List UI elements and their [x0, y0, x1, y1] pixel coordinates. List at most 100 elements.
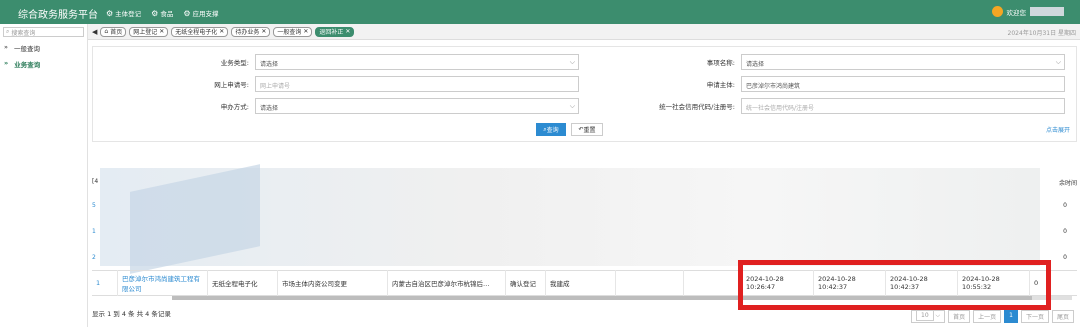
- row-number: 1: [92, 270, 118, 296]
- tab-home[interactable]: ⌂ 首页: [100, 26, 127, 37]
- record-summary: 显示 1 到 4 条 共 4 条记录: [92, 310, 171, 318]
- credit-input[interactable]: 统一社会信用代码/注册号: [741, 98, 1065, 114]
- remaining-value: 0: [1063, 254, 1067, 261]
- query-button[interactable]: ⌕ 查询: [536, 123, 566, 136]
- sidebar-item-business[interactable]: » 业务查询: [0, 56, 87, 72]
- applicant-value: 巴彦淖尔市鸿尚建筑: [746, 83, 801, 90]
- biz-type-value: 请选择: [260, 61, 279, 68]
- biz-type-select[interactable]: 请选择 ⌵: [255, 54, 579, 70]
- user-name-redacted: [1030, 7, 1064, 16]
- tab-label: 网上登记: [133, 29, 158, 36]
- row-number: 1: [92, 228, 96, 235]
- obscured-area: [100, 164, 1040, 274]
- tab-bar: ◀ ⌂ 首页 网上登记 ✕ 无纸全程电子化 ✕ 待办业务 ✕ 一般查询 ✕ 退回补正 ✕ 2…: [88, 24, 1080, 40]
- form-row: 申办方式: 请选择 ⌵ 统一社会信用代码/注册号: 统一社会信用代码/注册号: [93, 95, 1078, 117]
- tab-online[interactable]: 网上登记 ✕: [129, 26, 169, 37]
- entity-name-link[interactable]: 巴彦淖尔市鸿尚建筑工程有限公司: [118, 270, 208, 296]
- row-number: 2: [92, 254, 96, 261]
- form-row: 业务类型: 请选择 ⌵ 事项名称: 请选择 ⌵: [93, 51, 1078, 73]
- credit-placeholder: 统一社会信用代码/注册号: [746, 105, 815, 112]
- item-name-value: 请选择: [746, 61, 765, 68]
- tab-general[interactable]: 一般查询 ✕: [273, 26, 313, 37]
- home-icon: ⌂: [104, 28, 109, 35]
- method-label: 申办方式:: [220, 103, 249, 111]
- welcome-text: 欢迎您: [1006, 8, 1027, 17]
- menu-item-support[interactable]: ⚙ 应用支撑: [183, 8, 218, 19]
- close-icon[interactable]: ✕: [219, 28, 224, 35]
- close-icon[interactable]: ✕: [345, 28, 350, 35]
- sidebar-item-label: 业务查询: [14, 61, 41, 69]
- tab-paperless[interactable]: 无纸全程电子化 ✕: [171, 26, 229, 37]
- search-placeholder: 搜索查询: [11, 29, 36, 37]
- method-select[interactable]: 请选择 ⌵: [255, 98, 579, 114]
- form-row: 网上申请号: 网上申请号 申请主体: 巴彦淖尔市鸿尚建筑: [93, 73, 1078, 95]
- gear-icon: ⚙: [183, 8, 191, 18]
- tab-scroll-left-icon[interactable]: ◀: [92, 28, 97, 36]
- item-name-label: 事项名称:: [706, 59, 735, 67]
- chevron-down-icon: ⌵: [1055, 58, 1061, 66]
- tab-label: 首页: [110, 29, 123, 36]
- biz-type-label: 业务类型:: [220, 59, 249, 67]
- top-bar: 综合政务服务平台 ⚙ 主体登记 ⚙ 食品 ⚙ 应用支撑 欢迎您: [0, 0, 1080, 24]
- remaining-value: 0: [1063, 228, 1067, 235]
- chevron-right-icon: »: [4, 59, 9, 67]
- menu-label: 主体登记: [115, 10, 142, 18]
- sidebar-search[interactable]: ⌕ 搜索查询: [3, 27, 84, 37]
- sidebar-item-label: 一般查询: [13, 45, 40, 53]
- sidebar: ⌕ 搜索查询 » 一般查询 » 业务查询: [0, 24, 88, 327]
- menu-item-entity[interactable]: ⚙ 主体登记: [106, 8, 142, 19]
- decorative-shape: [130, 164, 260, 274]
- first-page-button[interactable]: 首页: [948, 310, 971, 323]
- item-name-select[interactable]: 请选择 ⌵: [741, 54, 1065, 70]
- method-value: 请选择: [260, 105, 279, 112]
- applicant-label: 申请主体:: [706, 81, 735, 89]
- table-header-remaining: 余时间: [1058, 180, 1077, 187]
- chevron-down-icon: ⌵: [569, 102, 575, 110]
- online-no-label: 网上申请号:: [214, 81, 249, 89]
- close-icon[interactable]: ✕: [261, 28, 266, 35]
- gear-icon: ⚙: [151, 8, 159, 18]
- prev-page-button[interactable]: 上一页: [973, 310, 1002, 323]
- close-icon[interactable]: ✕: [159, 28, 164, 35]
- close-icon[interactable]: ✕: [303, 28, 308, 35]
- tab-pending[interactable]: 待办业务 ✕: [231, 26, 271, 37]
- online-no-placeholder: 网上申请号: [260, 83, 291, 90]
- row-number: 5: [92, 202, 96, 209]
- tab-label: 无纸全程电子化: [175, 29, 218, 36]
- page-size-select[interactable]: 10 ⌵: [911, 310, 946, 323]
- reset-button[interactable]: ↶ 重置: [571, 123, 603, 136]
- reset-label: 重置: [583, 127, 596, 134]
- menu-label: 食品: [160, 10, 174, 18]
- expand-link[interactable]: 点击展开: [1046, 125, 1070, 134]
- remaining-value: 0: [1063, 202, 1067, 209]
- empty-cell: [684, 270, 742, 296]
- last-page-button[interactable]: 尾页: [1051, 310, 1074, 323]
- applicant-input[interactable]: 巴彦淖尔市鸿尚建筑: [741, 76, 1065, 92]
- channel-cell: 无纸全程电子化: [208, 270, 278, 296]
- pagination: 10 ⌵ 首页 上一页 1 下一页 尾页: [911, 310, 1074, 323]
- step-cell: 我建成: [546, 270, 616, 296]
- tab-label: 退回补正: [319, 29, 344, 36]
- gear-icon: ⚙: [106, 8, 114, 18]
- next-page-button[interactable]: 下一页: [1020, 310, 1049, 323]
- table-header-left: [4: [92, 178, 99, 185]
- sidebar-item-general[interactable]: » 一般查询: [0, 40, 87, 56]
- address-cell: 内蒙古自治区巴彦淖尔市杭锦后…: [388, 270, 506, 296]
- highlight-box: [738, 260, 1051, 310]
- query-label: 查询: [546, 127, 559, 134]
- biz-cell: 市场主体内资公司变更: [278, 270, 388, 296]
- chevron-right-icon: »: [4, 43, 8, 51]
- search-icon: ⌕: [6, 28, 10, 35]
- page-1-button[interactable]: 1: [1004, 310, 1018, 323]
- page-size-value: 10: [916, 310, 934, 321]
- tab-return[interactable]: 退回补正 ✕: [315, 26, 355, 37]
- empty-cell: [616, 270, 684, 296]
- current-date: 2024年10月31日 星期四: [1007, 30, 1076, 37]
- online-no-input[interactable]: 网上申请号: [255, 76, 579, 92]
- user-area[interactable]: 欢迎您: [991, 6, 1064, 17]
- menu-item-food[interactable]: ⚙ 食品: [151, 8, 174, 19]
- top-menu: ⚙ 主体登记 ⚙ 食品 ⚙ 应用支撑: [106, 8, 219, 19]
- app-title: 综合政务服务平台: [18, 10, 98, 21]
- tab-label: 一般查询: [277, 29, 302, 36]
- credit-label: 统一社会信用代码/注册号:: [659, 103, 735, 111]
